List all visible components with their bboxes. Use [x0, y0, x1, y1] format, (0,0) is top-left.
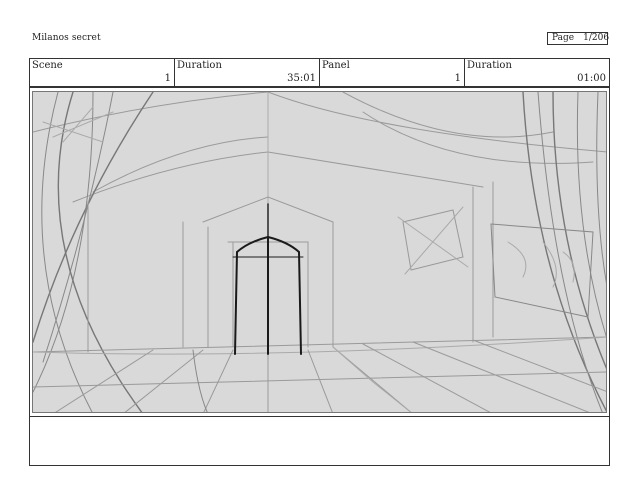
panel-notes-area[interactable] [30, 417, 609, 465]
panel-cell: Panel 1 [320, 59, 465, 86]
panel-info-row: Scene 1 Duration 35:01 Panel 1 Duration … [29, 58, 610, 87]
panel-label: Panel [322, 60, 350, 71]
scene-value: 1 [164, 73, 171, 84]
scene-duration-label: Duration [177, 60, 222, 71]
page-label: Page [552, 33, 575, 43]
panel-value: 1 [454, 73, 461, 84]
scene-cell: Scene 1 [30, 59, 175, 86]
panel-sketch-image [32, 91, 607, 413]
sketch-drawing [33, 92, 606, 412]
scene-duration-value: 35:01 [287, 73, 316, 84]
panel-duration-label: Duration [467, 60, 512, 71]
panel-duration-cell: Duration 01:00 [465, 59, 609, 86]
project-title: Milanos secret [32, 33, 101, 43]
page-value: 1/206 [583, 33, 610, 43]
scene-duration-cell: Duration 35:01 [175, 59, 320, 86]
panel-duration-value: 01:00 [577, 73, 606, 84]
scene-label: Scene [32, 60, 63, 71]
page-indicator: Page 1/206 [547, 32, 610, 45]
